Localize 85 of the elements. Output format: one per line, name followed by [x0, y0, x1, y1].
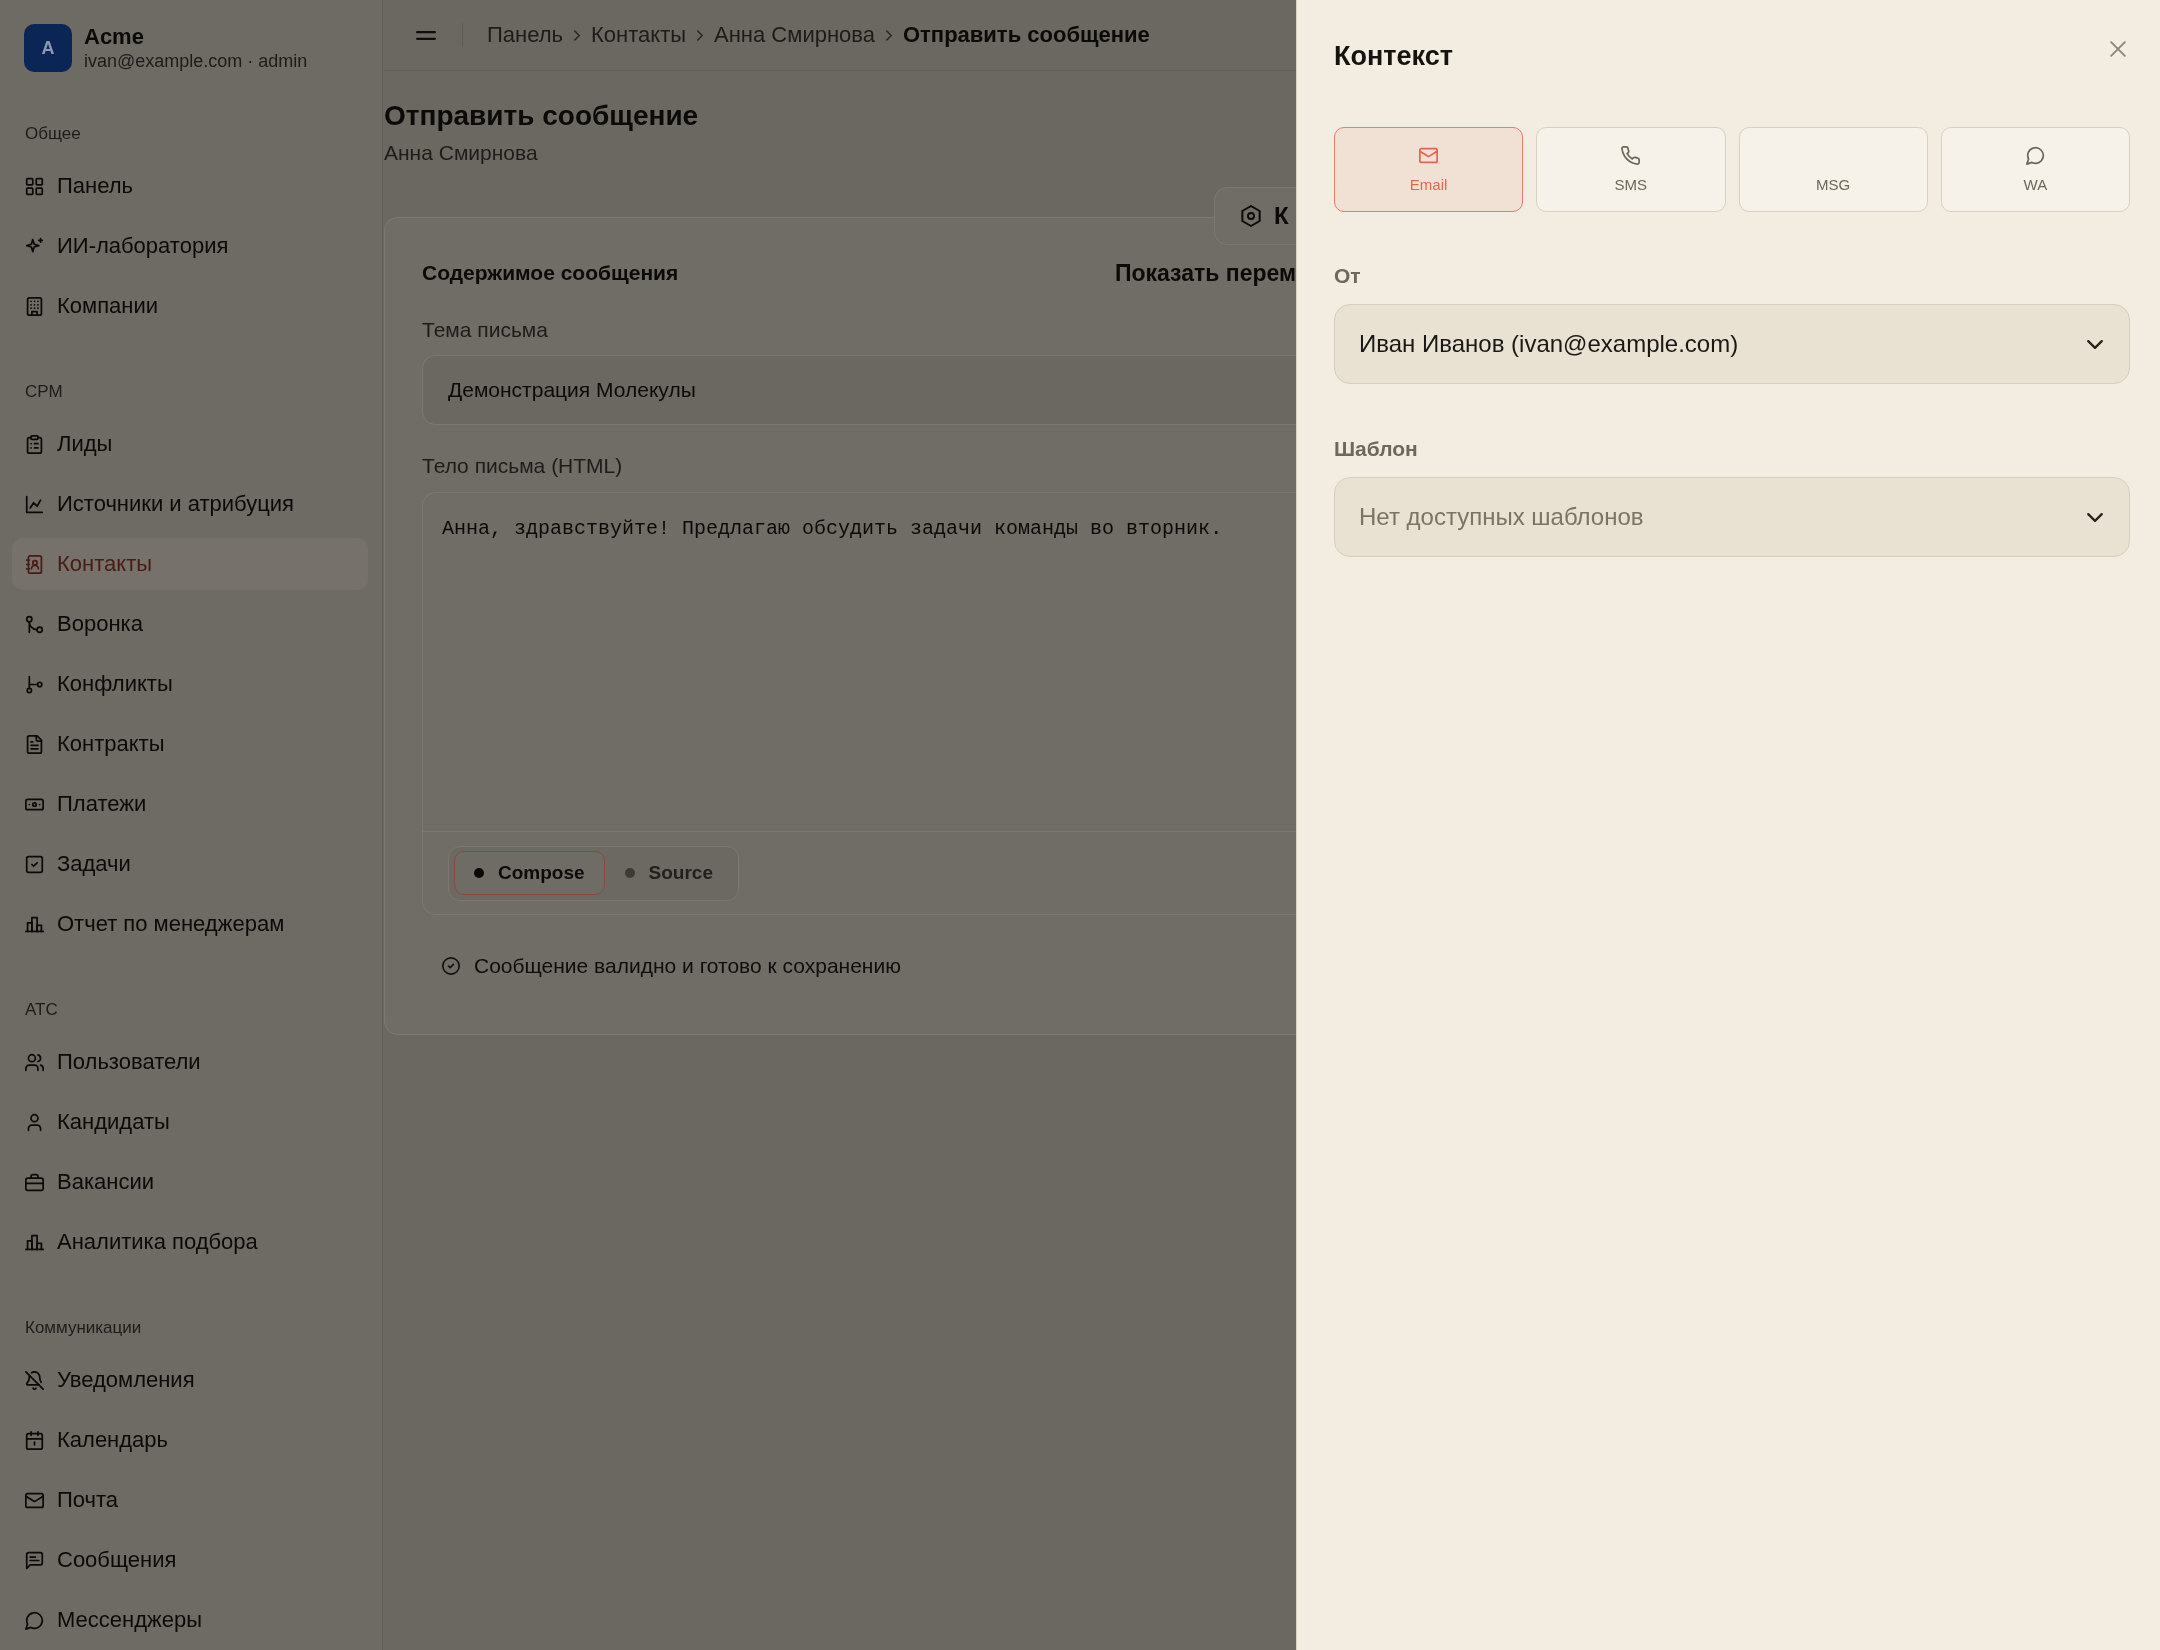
sidebar-item[interactable]: Календарь	[12, 1414, 368, 1466]
sidebar-item[interactable]: Воронка	[12, 598, 368, 650]
mode-tab[interactable]: Compose	[454, 851, 605, 895]
drawer-title: Контекст	[1334, 40, 1453, 73]
field-label: От	[1334, 263, 1361, 289]
breadcrumb-link[interactable]: Отправить сообщение	[902, 21, 1150, 49]
section-heading: СРМ	[25, 382, 63, 402]
breadcrumb-link[interactable]: Панель	[487, 21, 563, 49]
sidebar-item[interactable]: Компании	[12, 280, 368, 332]
breadcrumb-link[interactable]: Контакты	[591, 21, 687, 49]
workspace-name: Acme	[84, 24, 144, 50]
line-chart-icon	[25, 494, 44, 514]
channel-tab[interactable]: WA	[1940, 127, 2130, 212]
breadcrumb-link[interactable]: Анна Смирнова	[714, 21, 875, 49]
sidebar-item[interactable]: ИИ-лаборатория	[12, 220, 368, 272]
briefcase-icon	[25, 1172, 44, 1192]
check-square-icon	[25, 854, 44, 874]
workspace-avatar: A	[24, 24, 72, 72]
channel-tab[interactable]: MSG	[1738, 127, 1928, 212]
sidebar-item[interactable]: Пользователи	[12, 1036, 368, 1088]
sidebar-item[interactable]: Конфликты	[12, 658, 368, 710]
template-select[interactable]: Нет доступных шаблонов	[1334, 477, 2130, 557]
chat-bubble-icon	[2025, 146, 2045, 165]
sender-select[interactable]: Иван Иванов (ivan@example.com)	[1334, 304, 2130, 384]
sidebar-item[interactable]: Контракты	[12, 718, 368, 770]
sidebar-item[interactable]: Почта	[12, 1474, 368, 1526]
mode-tab[interactable]: Source	[604, 851, 733, 895]
chevron-down-icon	[2087, 339, 2103, 349]
toggle-link[interactable]: Показать перем	[1114, 258, 1296, 288]
close-icon[interactable]	[2110, 41, 2126, 57]
bar-chart-icon	[25, 1232, 44, 1252]
field-label: Тема письма	[422, 317, 548, 343]
sidebar-item[interactable]: Источники и атрибуция	[12, 478, 368, 530]
chevron-right-icon	[885, 29, 892, 41]
chevron-right-icon	[574, 29, 580, 41]
check-circle-icon	[442, 957, 460, 975]
body-field[interactable]: Анна, здравствуйте! Предлагаю обсудить задачи команды во вторник.	[423, 493, 1296, 831]
sidebar-item[interactable]: Кандидаты	[12, 1096, 368, 1148]
mail-icon	[1419, 146, 1439, 165]
sidebar-item[interactable]: Платежи	[12, 778, 368, 830]
field-label: Тело письма (HTML)	[422, 453, 623, 479]
card-title: Содержимое сообщения	[422, 261, 679, 285]
sidebar-item[interactable]: Уведомления	[12, 1354, 368, 1406]
page-subtitle: Анна Смирнова	[384, 140, 538, 166]
sidebar-item[interactable]: Аналитика подбора	[12, 1216, 368, 1268]
section-heading: Коммуникации	[25, 1318, 142, 1338]
hexagon-icon	[1240, 205, 1262, 227]
sidebar-item[interactable]: Отчет по менеджерам	[12, 898, 368, 950]
dot-icon	[474, 868, 484, 878]
chevron-right-icon	[697, 29, 704, 41]
sidebar-item[interactable]: Задачи	[12, 838, 368, 890]
document-icon	[25, 734, 44, 754]
sidebar-item[interactable]: Панель	[12, 160, 368, 212]
merge-icon	[25, 614, 44, 634]
dot-icon	[624, 868, 635, 878]
calendar-icon	[25, 1430, 44, 1450]
channel-tab[interactable]: SMS	[1536, 127, 1726, 212]
mail-icon	[25, 1490, 44, 1510]
chat-bubble-icon	[25, 1610, 44, 1630]
grid-icon	[25, 176, 44, 196]
field-label: Шаблон	[1334, 436, 1418, 462]
sidebar-item[interactable]: Сообщения	[12, 1534, 368, 1586]
branch-icon	[25, 674, 44, 694]
menu-icon[interactable]	[416, 30, 436, 40]
building-icon	[25, 296, 44, 316]
section-heading: АТС	[25, 1000, 58, 1020]
chevron-down-icon	[2087, 512, 2103, 522]
sidebar-item[interactable]: Вакансии	[12, 1156, 368, 1208]
subject-field[interactable]: Демонстрация Молекулы	[422, 355, 1296, 425]
user-icon	[25, 1112, 44, 1132]
account-info: ivan@example.com · admin	[84, 50, 308, 72]
sidebar-item[interactable]: Мессенджеры	[12, 1594, 368, 1646]
status-message: Сообщение валидно и готово к сохранению	[474, 954, 901, 978]
clipboard-icon	[25, 434, 44, 454]
section-heading: Общее	[25, 124, 81, 144]
sidebar-item[interactable]: Лиды	[12, 418, 368, 470]
bell-off-icon	[25, 1370, 44, 1390]
channel-tab[interactable]: Email	[1334, 127, 1524, 212]
users-icon	[25, 1052, 44, 1072]
panel-button[interactable]: К	[1214, 187, 1296, 245]
page-title: Отправить сообщение	[384, 99, 700, 133]
bar-chart-icon	[25, 914, 44, 934]
sidebar-item[interactable]: Контакты	[12, 538, 368, 590]
contact-card-icon	[25, 554, 44, 574]
phone-icon	[1621, 146, 1641, 165]
